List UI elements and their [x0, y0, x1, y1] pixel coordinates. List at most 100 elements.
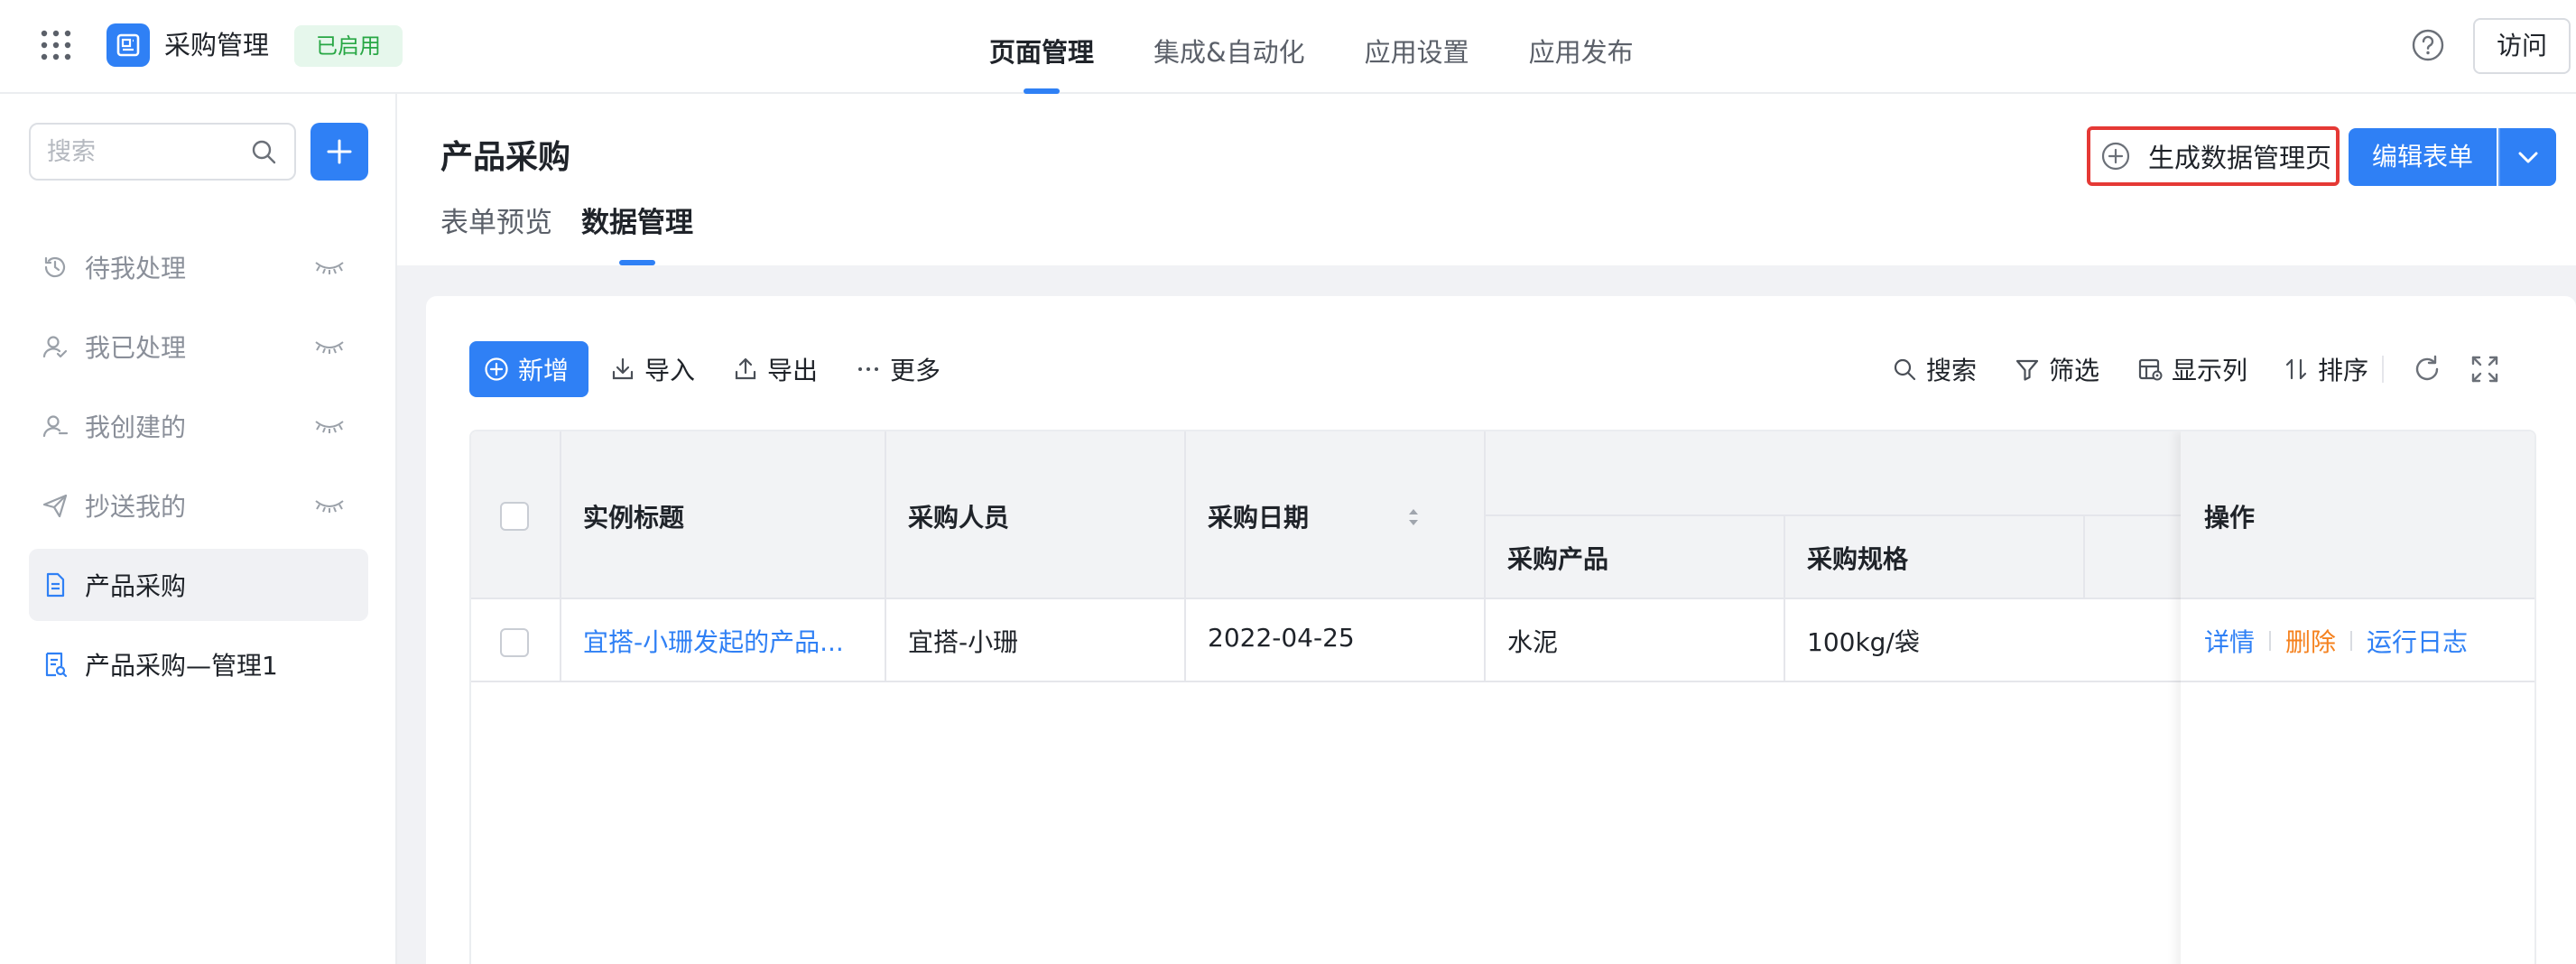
- sidebar-item-done[interactable]: 我已处理: [29, 311, 368, 383]
- eye-closed-icon[interactable]: [314, 496, 345, 514]
- sidebar-item-label: 产品采购—管理1: [85, 651, 278, 681]
- sidebar-item-created[interactable]: 我创建的: [29, 390, 368, 462]
- col-divider: [560, 431, 561, 682]
- row-actions: 详情 删除 运行日志: [2204, 623, 2468, 659]
- more-button[interactable]: 更多: [856, 341, 941, 397]
- add-record-label: 新增: [518, 356, 570, 385]
- col-divider: [2083, 514, 2085, 598]
- question-circle-icon[interactable]: [2410, 27, 2446, 63]
- row-title-link[interactable]: 宜搭-小珊发起的产品...: [583, 623, 844, 659]
- sidebar-item-label: 产品采购: [85, 571, 187, 601]
- top-nav-app-publish[interactable]: 应用发布: [1529, 0, 1634, 94]
- col-header-spec: 采购规格: [1807, 544, 1909, 574]
- columns-button[interactable]: 显示列: [2137, 341, 2247, 397]
- row-date: 2022-04-25: [1208, 623, 1355, 653]
- sidebar-item-product-purchase-manage[interactable]: 产品采购—管理1: [29, 628, 368, 700]
- search-icon[interactable]: [249, 137, 278, 166]
- clock-icon: [44, 256, 66, 278]
- col-divider: [1484, 431, 1486, 682]
- eye-closed-icon[interactable]: [314, 417, 345, 435]
- sidebar-search-input[interactable]: [31, 125, 238, 179]
- filter-label: 筛选: [2049, 356, 2100, 385]
- table-search-button[interactable]: 搜索: [1892, 341, 1977, 397]
- more-label: 更多: [890, 356, 941, 385]
- app-grid-icon[interactable]: [40, 29, 72, 61]
- tab-form-preview[interactable]: 表单预览: [440, 200, 552, 246]
- row-spec: 100kg/袋: [1807, 627, 1920, 657]
- plus-circle-icon: [485, 357, 508, 381]
- filter-icon: [2015, 359, 2039, 381]
- download-icon: [612, 357, 634, 380]
- chevron-down-icon: [2518, 152, 2538, 163]
- edit-form-button[interactable]: 编辑表单: [2349, 128, 2497, 186]
- edit-form-dropdown[interactable]: [2498, 128, 2556, 186]
- col-divider: [885, 431, 886, 682]
- plus-icon: [327, 139, 352, 164]
- form-doc-icon: [46, 572, 65, 598]
- sidebar-item-cc[interactable]: 抄送我的: [29, 469, 368, 542]
- import-label: 导入: [644, 356, 696, 385]
- app-logo: [107, 23, 150, 67]
- row-product: 水泥: [1507, 627, 1559, 657]
- top-bar: 采购管理 已启用 页面管理 集成&自动化 应用设置 应用发布 访问: [0, 0, 2576, 94]
- eye-closed-icon[interactable]: [314, 258, 345, 276]
- sub-tabs: 表单预览 数据管理: [440, 200, 722, 246]
- col-header-buyer: 采购人员: [908, 503, 1010, 533]
- eye-closed-icon[interactable]: [314, 338, 345, 356]
- search-icon: [1894, 358, 1916, 381]
- sidebar-item-label: 抄送我的: [85, 492, 187, 522]
- sort-button[interactable]: 排序: [2284, 341, 2368, 397]
- refresh-icon[interactable]: [2412, 354, 2442, 385]
- main-area: 产品采购 表单预览 数据管理 生成数据管理页 编辑表单 新增 导入 导出 更多 …: [397, 94, 2576, 964]
- columns-label: 显示列: [2172, 356, 2248, 385]
- row-bottom-line: [2181, 681, 2534, 682]
- page-title: 产品采购: [440, 139, 571, 176]
- col-header-title: 实例标题: [583, 503, 685, 533]
- add-page-button[interactable]: [310, 123, 368, 181]
- sidebar: 待我处理 我已处理: [0, 94, 397, 964]
- run-log-link[interactable]: 运行日志: [2367, 623, 2468, 659]
- filter-button[interactable]: 筛选: [2015, 341, 2099, 397]
- sidebar-item-todo[interactable]: 待我处理: [29, 231, 368, 303]
- detail-link[interactable]: 详情: [2204, 623, 2255, 659]
- data-card: 新增 导入 导出 更多 搜索 筛选 显示列 排序 实例标题 采购人员 采购日期 …: [426, 296, 2576, 964]
- visit-button[interactable]: 访问: [2473, 18, 2571, 74]
- delete-link[interactable]: 删除: [2285, 623, 2336, 659]
- export-label: 导出: [767, 356, 819, 385]
- user-add-icon: [42, 415, 69, 438]
- operations-column: 操作 详情 删除 运行日志: [2181, 431, 2534, 964]
- sort-icon: [2285, 358, 2307, 380]
- import-button[interactable]: 导入: [610, 341, 695, 397]
- more-dots-icon: [858, 367, 878, 371]
- status-badge: 已启用: [294, 25, 403, 67]
- group-header-divider: [1484, 514, 2181, 516]
- col-header-date[interactable]: 采购日期: [1208, 498, 1309, 534]
- row-buyer: 宜搭-小珊: [908, 627, 1019, 657]
- action-divider: [2350, 631, 2353, 651]
- add-record-button[interactable]: 新增: [469, 341, 588, 397]
- main-header: 产品采购 表单预览 数据管理 生成数据管理页 编辑表单: [397, 94, 2576, 265]
- col-divider: [1184, 431, 1186, 682]
- export-button[interactable]: 导出: [733, 341, 818, 397]
- fullscreen-icon[interactable]: [2469, 354, 2500, 385]
- top-nav-integration[interactable]: 集成&自动化: [1154, 0, 1305, 94]
- row-checkbox[interactable]: [500, 628, 529, 657]
- toolbar-divider: [2382, 356, 2384, 383]
- sidebar-item-product-purchase[interactable]: 产品采购: [29, 549, 368, 621]
- paper-plane-icon: [42, 494, 68, 518]
- tab-data-management[interactable]: 数据管理: [581, 200, 693, 246]
- user-check-icon: [42, 336, 68, 358]
- generate-data-page-button[interactable]: 生成数据管理页: [2087, 126, 2340, 186]
- sort-label: 排序: [2318, 356, 2369, 385]
- plus-circle-icon: [2101, 142, 2130, 171]
- columns-icon: [2138, 358, 2163, 381]
- app-logo-icon: [116, 33, 140, 57]
- sidebar-item-label: 我创建的: [85, 412, 187, 442]
- col-header-product: 采购产品: [1507, 544, 1609, 574]
- sidebar-item-label: 待我处理: [85, 254, 187, 283]
- sort-arrows-icon[interactable]: [1406, 505, 1421, 529]
- top-nav-page-management[interactable]: 页面管理: [989, 0, 1094, 94]
- top-nav-app-settings[interactable]: 应用设置: [1365, 0, 1469, 94]
- select-all-checkbox[interactable]: [500, 502, 529, 531]
- report-doc-icon: [45, 652, 68, 678]
